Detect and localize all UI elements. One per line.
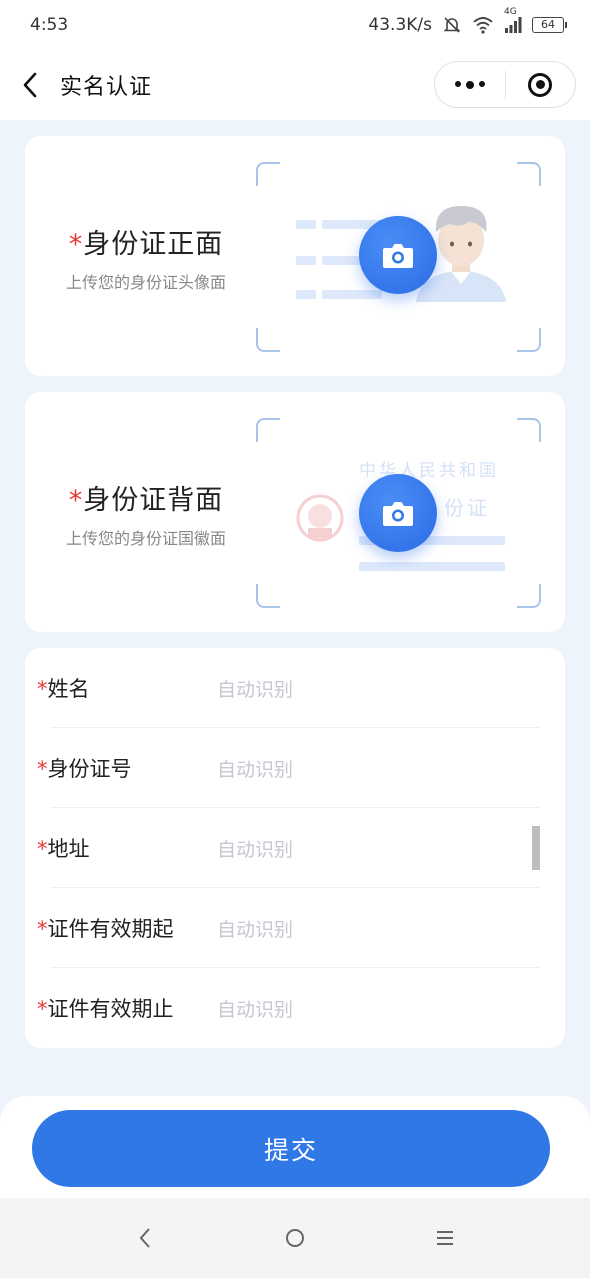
id-front-subtitle: 上传您的身份证头像面 xyxy=(65,273,226,292)
form-row-name[interactable]: *姓名 自动识别 xyxy=(25,648,565,728)
scrollbar[interactable] xyxy=(532,826,540,870)
id-front-text: *身份证正面 上传您的身份证头像面 xyxy=(51,222,241,293)
camera-icon xyxy=(383,244,413,268)
address-field[interactable]: 自动识别 xyxy=(217,835,293,862)
id-front-title-text: 身份证正面 xyxy=(83,229,224,260)
status-icons: 43.3K/s 4G 64 xyxy=(368,7,567,35)
camera-icon xyxy=(383,502,413,526)
network-speed: 43.3K/s xyxy=(368,15,432,35)
form-row-valid-to[interactable]: *证件有效期止 自动识别 xyxy=(25,968,565,1048)
id-back-upload-card[interactable]: *身份证背面 上传您的身份证国徽面 中华人民共和国 份证 xyxy=(25,392,565,632)
network-type: 4G xyxy=(504,7,517,17)
back-button[interactable] xyxy=(0,50,60,120)
id-back-frame: 中华人民共和国 份证 xyxy=(256,418,541,608)
id-back-title-text: 身份证背面 xyxy=(83,485,224,516)
close-mini-program-button[interactable] xyxy=(506,62,576,107)
valid-to-field[interactable]: 自动识别 xyxy=(217,995,293,1022)
required-mark: * xyxy=(37,757,48,781)
name-label-text: 姓名 xyxy=(47,677,90,701)
submit-button[interactable]: 提交 xyxy=(32,1110,550,1187)
address-label-text: 地址 xyxy=(47,837,90,861)
id-back-subtitle: 上传您的身份证国徽面 xyxy=(65,529,226,548)
id-number-label: *身份证号 xyxy=(37,753,132,783)
name-field[interactable]: 自动识别 xyxy=(217,675,293,702)
valid-from-field[interactable]: 自动识别 xyxy=(217,915,293,942)
back-icon xyxy=(139,1228,150,1248)
required-mark: * xyxy=(37,677,48,701)
required-mark: * xyxy=(68,229,84,260)
home-icon xyxy=(286,1229,304,1247)
valid-from-label-text: 证件有效期起 xyxy=(47,917,174,941)
page-title: 实名认证 xyxy=(60,75,153,100)
name-label: *姓名 xyxy=(37,673,90,703)
id-number-field[interactable]: 自动识别 xyxy=(217,755,293,782)
form-row-id-number[interactable]: *身份证号 自动识别 xyxy=(25,728,565,808)
identity-form: *姓名 自动识别 *身份证号 自动识别 *地址 自动识别 *证件有效期起 自动识… xyxy=(25,648,565,1048)
status-bar: 4:53 43.3K/s 4G 64 xyxy=(0,0,590,50)
required-mark: * xyxy=(37,917,48,941)
wifi-icon xyxy=(472,16,494,34)
target-icon xyxy=(528,72,553,97)
system-nav-bar xyxy=(0,1198,590,1278)
id-back-text: *身份证背面 上传您的身份证国徽面 xyxy=(51,478,241,549)
required-mark: * xyxy=(68,485,84,516)
id-front-title: *身份证正面 xyxy=(51,222,241,261)
id-front-frame xyxy=(256,162,541,352)
address-label: *地址 xyxy=(37,833,90,863)
valid-to-label-text: 证件有效期止 xyxy=(47,997,174,1021)
id-front-upload-card[interactable]: *身份证正面 上传您的身份证头像面 xyxy=(25,136,565,376)
national-emblem-icon xyxy=(296,494,344,542)
system-home-button[interactable] xyxy=(275,1218,315,1258)
more-dots-icon xyxy=(454,80,485,89)
valid-to-label: *证件有效期止 xyxy=(37,993,174,1023)
id-back-title: *身份证背面 xyxy=(51,478,241,517)
status-time: 4:53 xyxy=(30,15,69,35)
form-row-valid-from[interactable]: *证件有效期起 自动识别 xyxy=(25,888,565,968)
required-mark: * xyxy=(37,837,48,861)
form-row-address[interactable]: *地址 自动识别 xyxy=(25,808,565,888)
system-back-button[interactable] xyxy=(125,1218,165,1258)
back-camera-button[interactable] xyxy=(359,474,437,552)
system-menu-button[interactable] xyxy=(425,1218,465,1258)
back-arrow-icon xyxy=(23,72,37,98)
required-mark: * xyxy=(37,997,48,1021)
nav-bar: 实名认证 xyxy=(0,50,590,120)
more-button[interactable] xyxy=(435,62,505,107)
mute-icon xyxy=(442,15,462,35)
mini-program-capsule xyxy=(434,61,576,108)
menu-icon xyxy=(437,1231,453,1245)
id-number-label-text: 身份证号 xyxy=(47,757,132,781)
valid-from-label: *证件有效期起 xyxy=(37,913,174,943)
front-camera-button[interactable] xyxy=(359,216,437,294)
signal-icon: 4G xyxy=(504,7,522,34)
emblem-line-2: 份证 xyxy=(444,496,490,520)
battery-indicator: 64 xyxy=(532,17,567,33)
